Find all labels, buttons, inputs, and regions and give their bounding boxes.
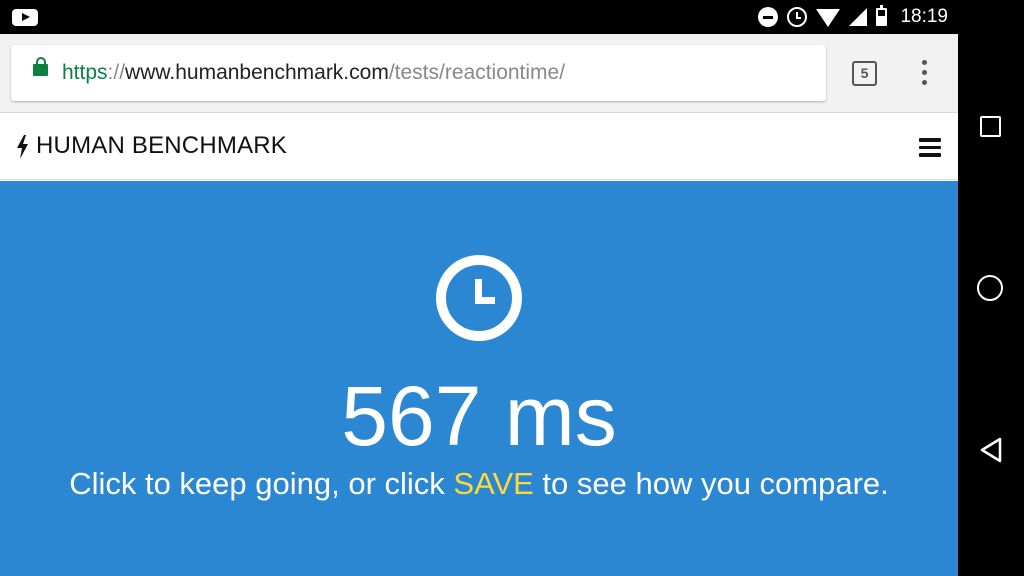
browser-menu-button[interactable] (917, 60, 931, 88)
site-logo-text[interactable]: HUMAN BENCHMARK (36, 132, 287, 160)
battery-icon (876, 5, 888, 26)
status-icons: 18:19 (758, 0, 948, 34)
reaction-test-area[interactable]: 567 ms Click to keep going, or click SAV… (0, 181, 958, 576)
url-text[interactable]: https://www.humanbenchmark.com/tests/rea… (62, 61, 565, 85)
status-bar: 18:19 (0, 0, 958, 34)
browser-toolbar: https://www.humanbenchmark.com/tests/rea… (0, 34, 958, 113)
signal-icon (849, 8, 868, 26)
url-scheme: https (62, 61, 108, 84)
status-time: 18:19 (900, 6, 948, 27)
recents-button[interactable] (980, 116, 1001, 137)
back-button[interactable] (979, 437, 1003, 463)
do-not-disturb-icon (758, 7, 779, 27)
youtube-notification-icon (12, 9, 38, 26)
clock-icon (436, 255, 522, 341)
address-bar[interactable]: https://www.humanbenchmark.com/tests/rea… (11, 45, 826, 101)
reaction-time-result: 567 ms (341, 369, 617, 463)
home-button[interactable] (977, 275, 1003, 301)
device-screen: 18:19 https://www.humanbenchmark.com/tes… (0, 0, 958, 576)
tab-switcher-button[interactable]: 5 (852, 61, 877, 86)
hamburger-menu-icon[interactable] (919, 138, 941, 157)
lightning-bolt-icon[interactable] (17, 135, 28, 159)
lock-icon[interactable] (33, 57, 48, 76)
alarm-icon (787, 7, 808, 27)
url-host: www.humanbenchmark.com (125, 61, 389, 84)
hint-before: Click to keep going, or click (69, 466, 454, 501)
save-link[interactable]: SAVE (453, 466, 533, 501)
site-header: HUMAN BENCHMARK (0, 113, 958, 180)
url-separator: :// (107, 61, 126, 84)
dot-icon (922, 80, 927, 85)
dot-icon (922, 60, 927, 65)
instruction-text: Click to keep going, or click SAVE to se… (0, 462, 958, 506)
hint-after: to see how you compare. (533, 466, 889, 501)
url-path: /tests/reactiontime/ (388, 61, 566, 84)
wifi-icon (816, 9, 841, 27)
dot-icon (922, 70, 927, 75)
